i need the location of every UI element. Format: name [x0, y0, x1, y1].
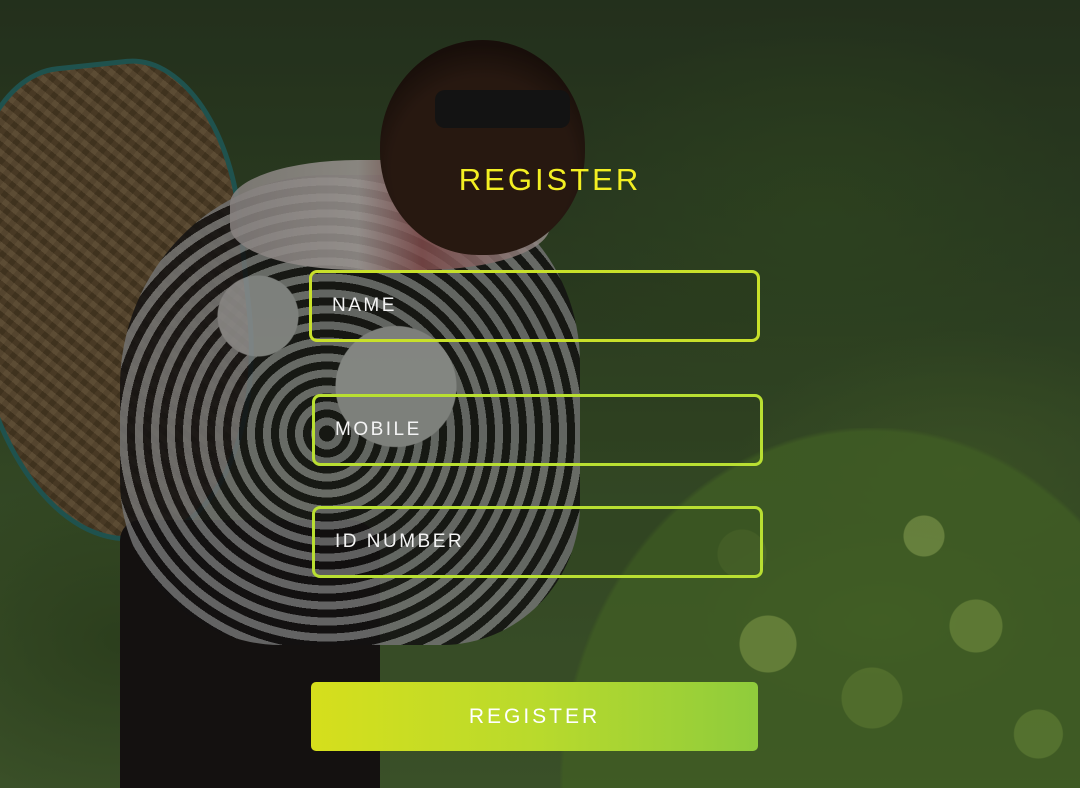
background-photo: REGISTER REGISTER — [0, 0, 1080, 788]
register-button[interactable]: REGISTER — [311, 682, 758, 751]
id-number-input[interactable] — [335, 509, 760, 575]
name-field-wrapper — [309, 270, 760, 342]
mobile-field-wrapper — [312, 394, 763, 466]
mobile-input[interactable] — [335, 397, 760, 463]
name-input[interactable] — [332, 273, 757, 339]
page-title: REGISTER — [458, 162, 642, 197]
id-number-field-wrapper — [312, 506, 763, 578]
